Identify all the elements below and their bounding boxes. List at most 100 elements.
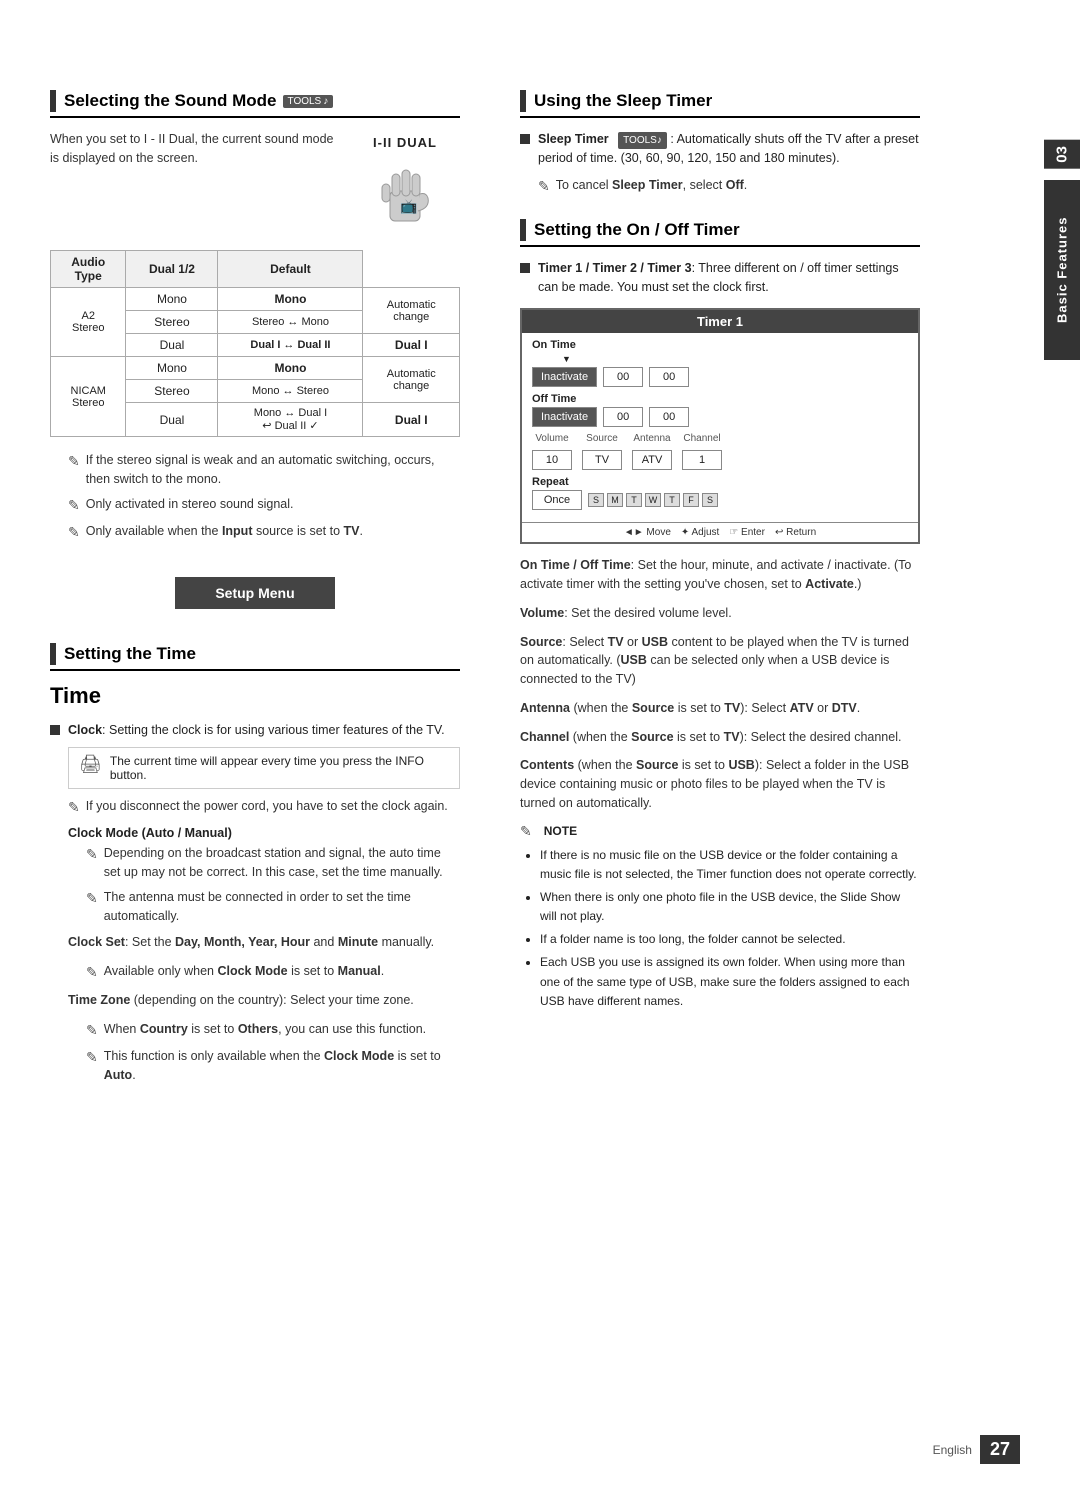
antenna-label: Antenna: [632, 433, 672, 444]
sound-note-1: ✎ If the stereo signal is weak and an au…: [68, 451, 460, 489]
day-fri[interactable]: F: [683, 493, 699, 507]
time-heading: Time: [50, 683, 460, 709]
on-time-row: Inactivate 00 00: [532, 367, 908, 387]
bullet-square-sleep: [520, 134, 530, 144]
contents-desc: Contents (when the Source is set to USB)…: [520, 756, 920, 812]
nicam-mono-type: Mono: [126, 357, 218, 380]
sleep-cancel-note: ✎ To cancel Sleep Timer, select Off.: [538, 176, 920, 197]
clock-mode-note-1-text: Depending on the broadcast station and s…: [104, 844, 460, 882]
off-minute[interactable]: 00: [649, 407, 689, 427]
day-sun[interactable]: S: [588, 493, 604, 507]
clock-mode-note-2: ✎ The antenna must be connected in order…: [86, 888, 460, 926]
off-time-header: Off Time: [532, 393, 908, 405]
timer-title: Timer 1: [522, 310, 918, 333]
nicam-dual-default: Dual I: [363, 403, 460, 437]
setting-time-header: Setting the Time: [50, 643, 460, 671]
channel-label: Channel: [682, 433, 722, 444]
source-value[interactable]: TV: [582, 450, 622, 470]
sound-mode-table: AudioType Dual 1/2 Default A2Stereo Mono…: [50, 250, 460, 437]
nicam-dual-type: Dual: [126, 403, 218, 437]
section-bar-time: [50, 643, 56, 665]
off-hour[interactable]: 00: [603, 407, 643, 427]
nicam-auto-change: Automaticchange: [363, 357, 460, 403]
tools-badge-sleep: TOOLS♪: [618, 132, 667, 149]
nicam-stereo-type: Stereo: [126, 380, 218, 403]
clock-set-note-text: Available only when Clock Mode is set to…: [104, 962, 384, 981]
nav-enter: ☞ Enter: [729, 527, 765, 538]
sleep-timer-text: Sleep Timer TOOLS♪ : Automatically shuts…: [538, 130, 920, 168]
note-label: NOTE: [544, 824, 577, 838]
sleep-timer-bullet: Sleep Timer TOOLS♪ : Automatically shuts…: [520, 130, 920, 168]
nav-move: ◄► Move: [624, 527, 671, 538]
channel-desc: Channel (when the Source is set to TV): …: [520, 728, 920, 747]
on-time-arrow: ▼: [532, 353, 908, 365]
timer-nav-bar: ◄► Move ✦ Adjust ☞ Enter ↩ Return: [522, 522, 918, 542]
page-lang: English: [933, 1443, 972, 1457]
pencil-icon-6: ✎: [86, 888, 98, 909]
nav-return: ↩ Return: [775, 527, 816, 538]
clock-mode-note-2-text: The antenna must be connected in order t…: [104, 888, 460, 926]
dual-dual: Dual I ↔ Dual II: [218, 334, 363, 357]
info-box: 🖨 The current time will appear every tim…: [68, 747, 460, 789]
sound-note-2: ✎ Only activated in stereo sound signal.: [68, 495, 460, 516]
chapter-number: 03: [1044, 140, 1080, 169]
sleep-timer-header: Using the Sleep Timer: [520, 90, 920, 118]
dual-type: Dual: [126, 334, 218, 357]
on-minute[interactable]: 00: [649, 367, 689, 387]
note-bullets-list: If there is no music file on the USB dev…: [540, 846, 920, 1012]
clock-mode-label: Clock Mode (Auto / Manual): [68, 826, 460, 840]
page-footer: English 27: [933, 1435, 1020, 1464]
antenna-desc: Antenna (when the Source is set to TV): …: [520, 699, 920, 718]
stereo-dual: Stereo ↔ Mono: [218, 311, 363, 334]
sleep-timer-title: Using the Sleep Timer: [534, 91, 712, 111]
time-zone-note-1: ✎ When Country is set to Others, you can…: [86, 1020, 460, 1041]
bullet-square-timer: [520, 263, 530, 273]
page-number: 27: [980, 1435, 1020, 1464]
repeat-days: S M T W T F S: [588, 493, 718, 507]
table-row: A2Stereo Mono Mono Automaticchange: [51, 288, 460, 311]
setup-menu-button[interactable]: Setup Menu: [175, 577, 335, 609]
on-hour[interactable]: 00: [603, 367, 643, 387]
repeat-value[interactable]: Once: [532, 490, 582, 510]
info-text: The current time will appear every time …: [110, 754, 449, 782]
nav-adjust: ✦ Adjust: [681, 527, 719, 538]
table-header-default: Default: [218, 251, 363, 288]
off-inactivate[interactable]: Inactivate: [532, 407, 597, 427]
hand-icon: 📺: [370, 156, 440, 236]
clock-set-text: Clock Set: Set the Day, Month, Year, Hou…: [68, 933, 460, 952]
right-column: Using the Sleep Timer Sleep Timer TOOLS♪…: [490, 40, 980, 1454]
volume-value[interactable]: 10: [532, 450, 572, 470]
chapter-tab: Basic Features: [1044, 180, 1080, 360]
antenna-value[interactable]: ATV: [632, 450, 672, 470]
day-tue[interactable]: T: [626, 493, 642, 507]
table-header-dual: Dual 1/2: [126, 251, 218, 288]
pencil-icon-1: ✎: [68, 451, 80, 472]
channel-value[interactable]: 1: [682, 450, 722, 470]
day-wed[interactable]: W: [645, 493, 661, 507]
two-col-layout: Selecting the Sound Mode TOOLS ♪ I-II DU…: [0, 40, 1080, 1454]
source-desc: Source: Select TV or USB content to be p…: [520, 633, 920, 689]
sound-mode-title: Selecting the Sound Mode: [64, 91, 277, 111]
sound-mode-content: I-II DUAL: [50, 130, 460, 451]
mono-dual: Mono: [218, 288, 363, 311]
note-header: ✎ NOTE: [520, 823, 920, 840]
on-inactivate[interactable]: Inactivate: [532, 367, 597, 387]
clock-bullet-text: Clock: Setting the clock is for using va…: [68, 721, 445, 740]
sound-mode-header: Selecting the Sound Mode TOOLS ♪: [50, 90, 460, 118]
auto-change: Automaticchange: [363, 288, 460, 334]
repeat-row: Once S M T W T F S: [532, 490, 908, 510]
pencil-icon-8: ✎: [86, 1020, 98, 1041]
day-mon[interactable]: M: [607, 493, 623, 507]
chapter-title: Basic Features: [1055, 217, 1070, 324]
nicam-mono-dual: Mono: [218, 357, 363, 380]
section-bar: [50, 90, 56, 112]
day-thu[interactable]: T: [664, 493, 680, 507]
vsac-values-row: 10 TV ATV 1: [532, 450, 908, 470]
setting-time-title: Setting the Time: [64, 644, 196, 664]
pencil-icon-5: ✎: [86, 844, 98, 865]
day-sat[interactable]: S: [702, 493, 718, 507]
section-bar-sleep: [520, 90, 526, 112]
off-time-row: Inactivate 00 00: [532, 407, 908, 427]
time-zone-text: Time Zone (depending on the country): Se…: [68, 991, 460, 1010]
pencil-icon-9: ✎: [86, 1047, 98, 1068]
